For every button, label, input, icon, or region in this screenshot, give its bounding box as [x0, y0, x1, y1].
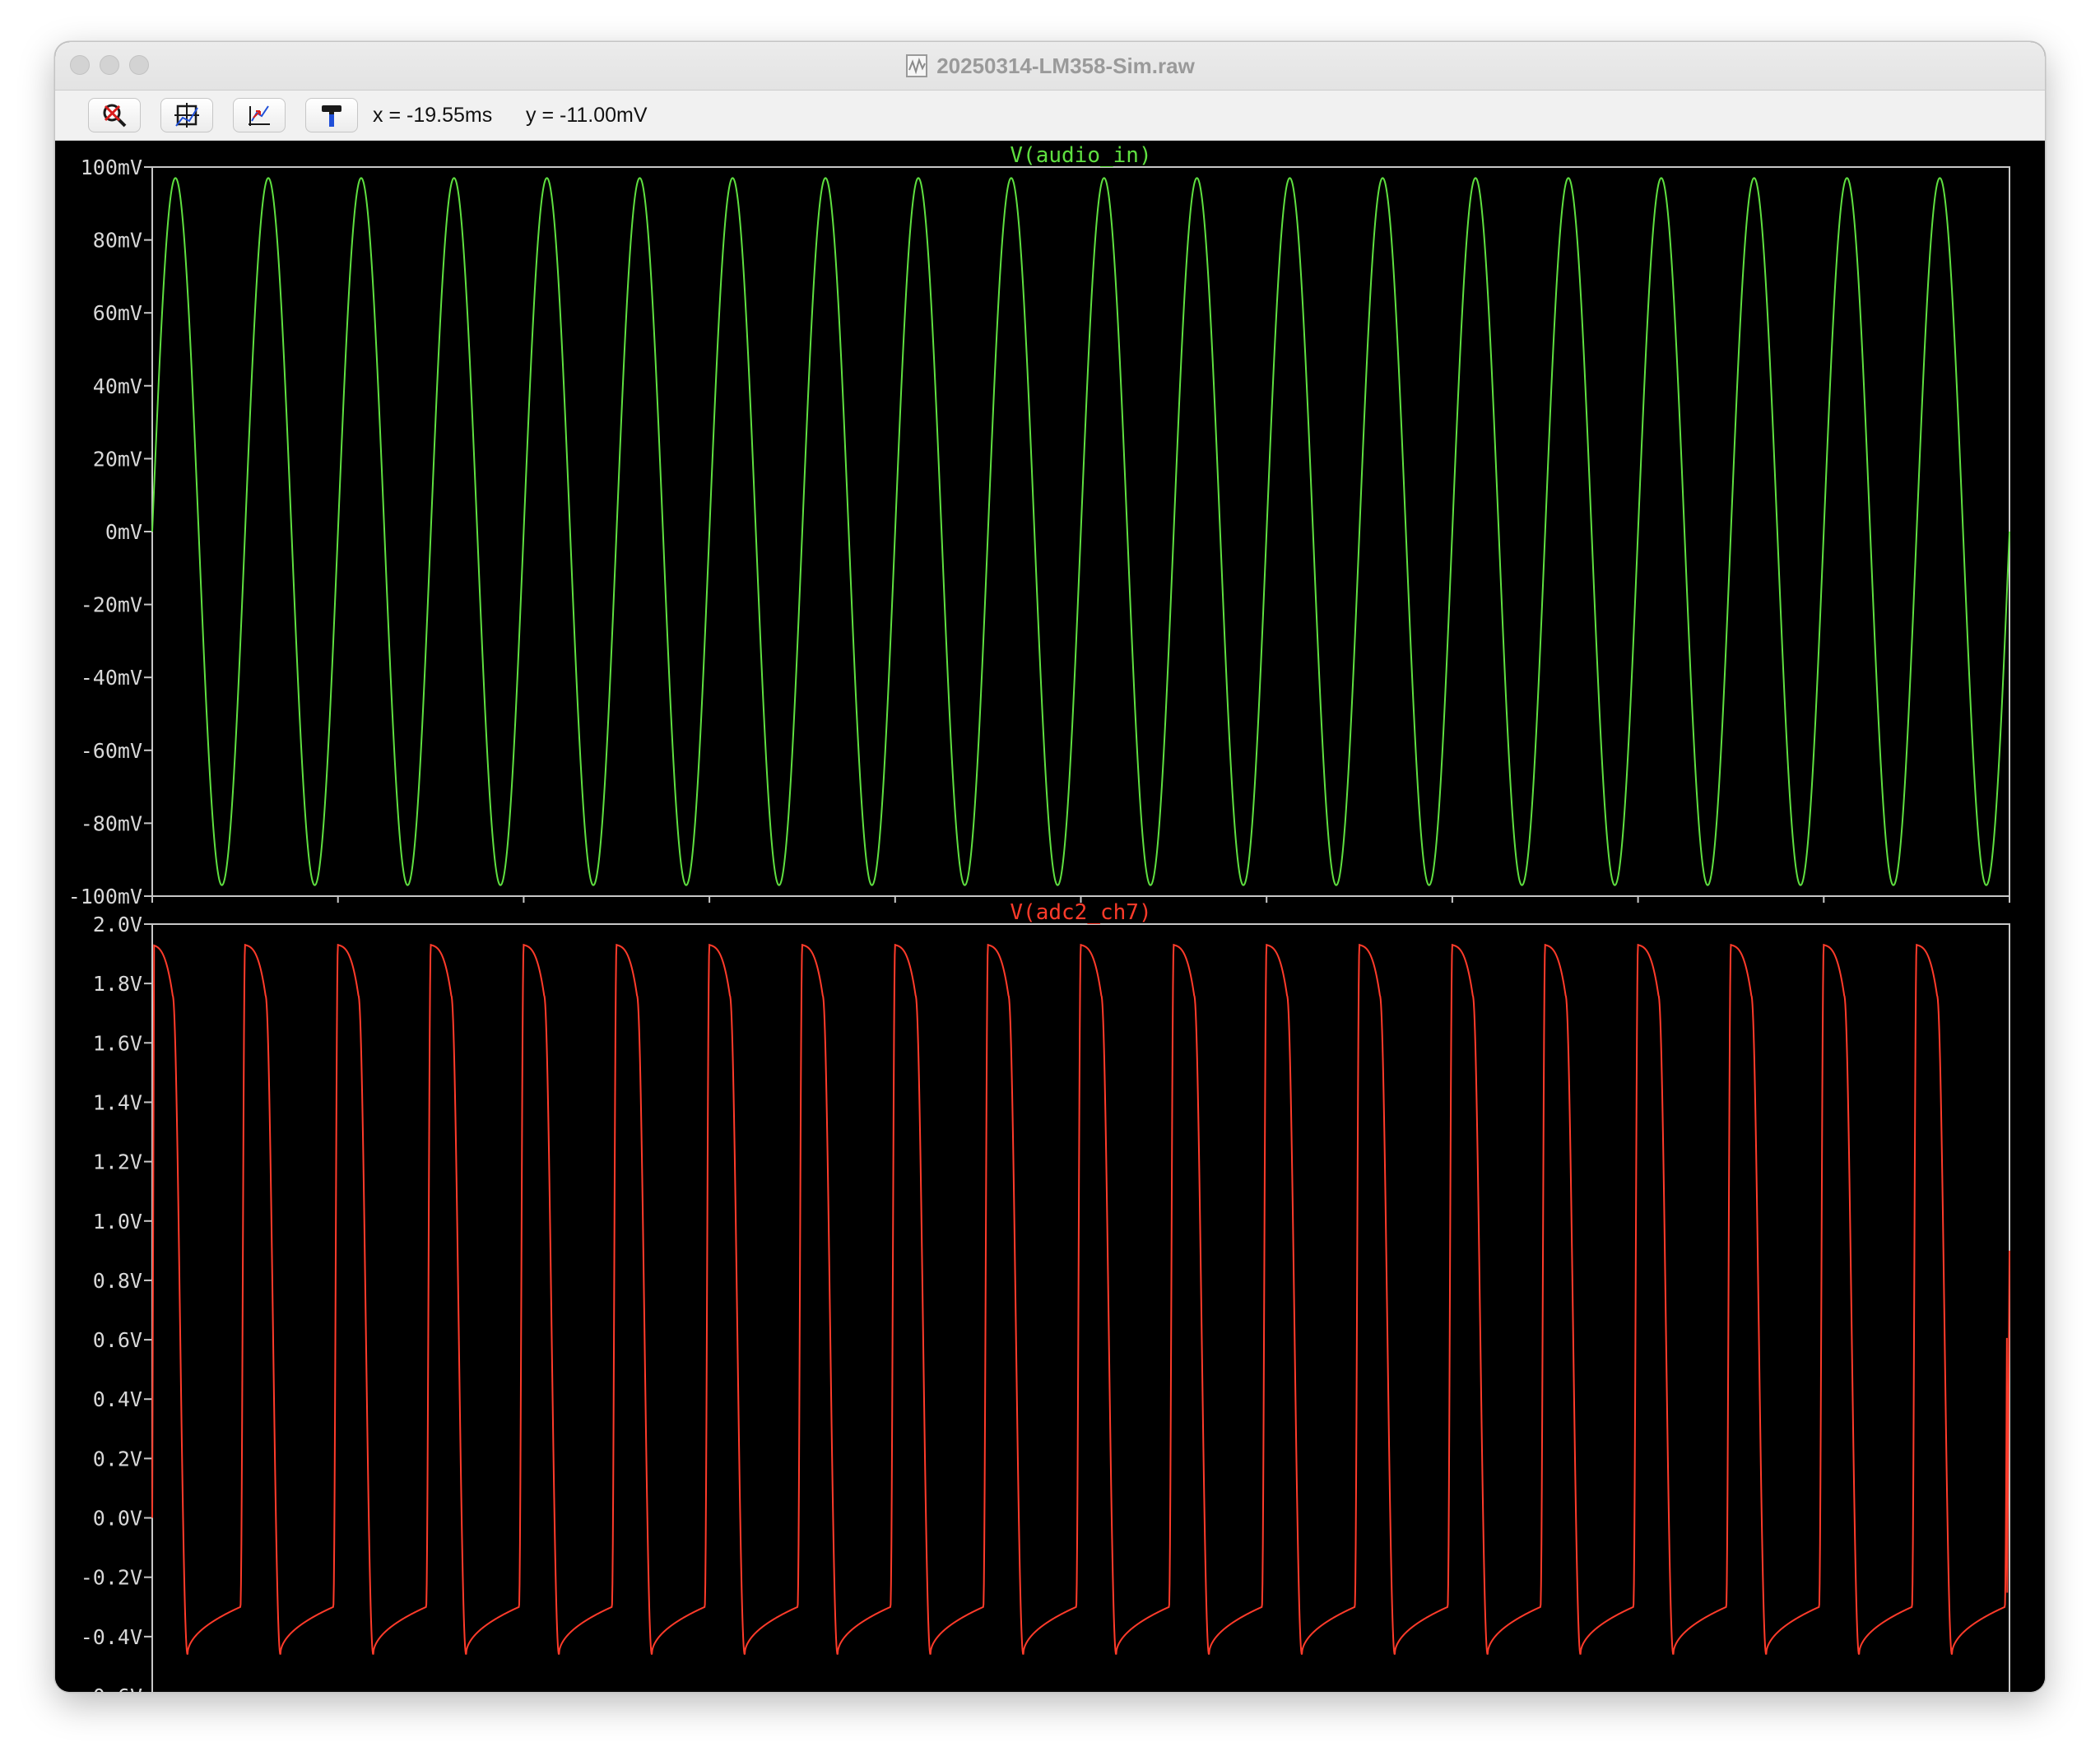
y-tick-label: 0.0V: [93, 1507, 142, 1531]
zoom-cancel-button[interactable]: [88, 98, 141, 132]
magnifier-cancel-icon: [103, 104, 127, 128]
y-tick-label: 80mV: [93, 229, 142, 253]
y-tick-label: 0mV: [105, 520, 142, 544]
pane-2: 2.0V 1.8V 1.6V 1.4V 1.2V 1.0V 0.8V 0.6V 0.4V 0.2V…: [81, 900, 2010, 1692]
y-tick-label: -0.6V: [81, 1684, 142, 1692]
y-tick-label: 0.8V: [93, 1269, 142, 1293]
y-tick-label: -100mV: [68, 885, 142, 908]
waveform-viewer-window: 20250314-LM358-Sim.raw x = -19.55ms y = …: [55, 42, 2045, 1692]
hammer-icon: [322, 105, 341, 127]
y-tick-label: -80mV: [81, 811, 142, 835]
y-tick-label: 1.4V: [93, 1090, 142, 1114]
pane-1: 100mV 80mV 60mV 40mV 20mV 0mV -20mV -40mV -60mV -…: [68, 143, 2010, 908]
title-bar: 20250314-LM358-Sim.raw: [55, 42, 2045, 91]
pan-button[interactable]: [233, 98, 286, 132]
autorange-icon: [174, 103, 199, 128]
y-tick-label: 1.2V: [93, 1150, 142, 1174]
plot-area[interactable]: 100mV 80mV 60mV 40mV 20mV 0mV -20mV -40mV -60mV -…: [55, 141, 2045, 1692]
waveform-document-icon: [906, 54, 928, 77]
cursor-y-readout: y = -11.00mV: [526, 104, 648, 127]
pan-icon: [249, 105, 270, 126]
y-tick-label: 100mV: [81, 156, 142, 179]
plot-frame: [151, 923, 2010, 1692]
window-title: 20250314-LM358-Sim.raw: [936, 53, 1195, 78]
y-tick-label: 0.2V: [93, 1447, 142, 1471]
trace-title: V(audio_in): [1010, 143, 1151, 168]
y-tick-label: 40mV: [93, 374, 142, 398]
y-tick-label: -0.2V: [81, 1566, 142, 1590]
autorange-button[interactable]: [160, 98, 213, 132]
trace-line: [151, 943, 2010, 1655]
y-tick-label: -60mV: [81, 739, 142, 763]
y-tick-label: 0.6V: [93, 1328, 142, 1352]
y-tick-label: -40mV: [81, 666, 142, 690]
y-tick-label: 2.0V: [93, 913, 142, 936]
cursor-x-readout: x = -19.55ms: [373, 104, 493, 127]
y-tick-label: 20mV: [93, 447, 142, 471]
y-tick-label: 1.0V: [93, 1210, 142, 1234]
y-tick-label: 60mV: [93, 301, 142, 325]
trace-line: [151, 177, 2010, 886]
y-tick-label: 1.6V: [93, 1031, 142, 1055]
window-title-group: 20250314-LM358-Sim.raw: [55, 42, 2045, 90]
pick-trace-button[interactable]: [305, 98, 358, 132]
waveform-plot[interactable]: 100mV 80mV 60mV 40mV 20mV 0mV -20mV -40mV -60mV -…: [55, 141, 2045, 1692]
y-tick-label: 1.8V: [93, 972, 142, 996]
toolbar: x = -19.55ms y = -11.00mV: [55, 91, 2045, 141]
y-tick-label: -20mV: [81, 593, 142, 617]
y-tick-label: 0.4V: [93, 1387, 142, 1411]
y-tick-label: -0.4V: [81, 1625, 142, 1649]
trace-title: V(adc2_ch7): [1010, 900, 1151, 925]
